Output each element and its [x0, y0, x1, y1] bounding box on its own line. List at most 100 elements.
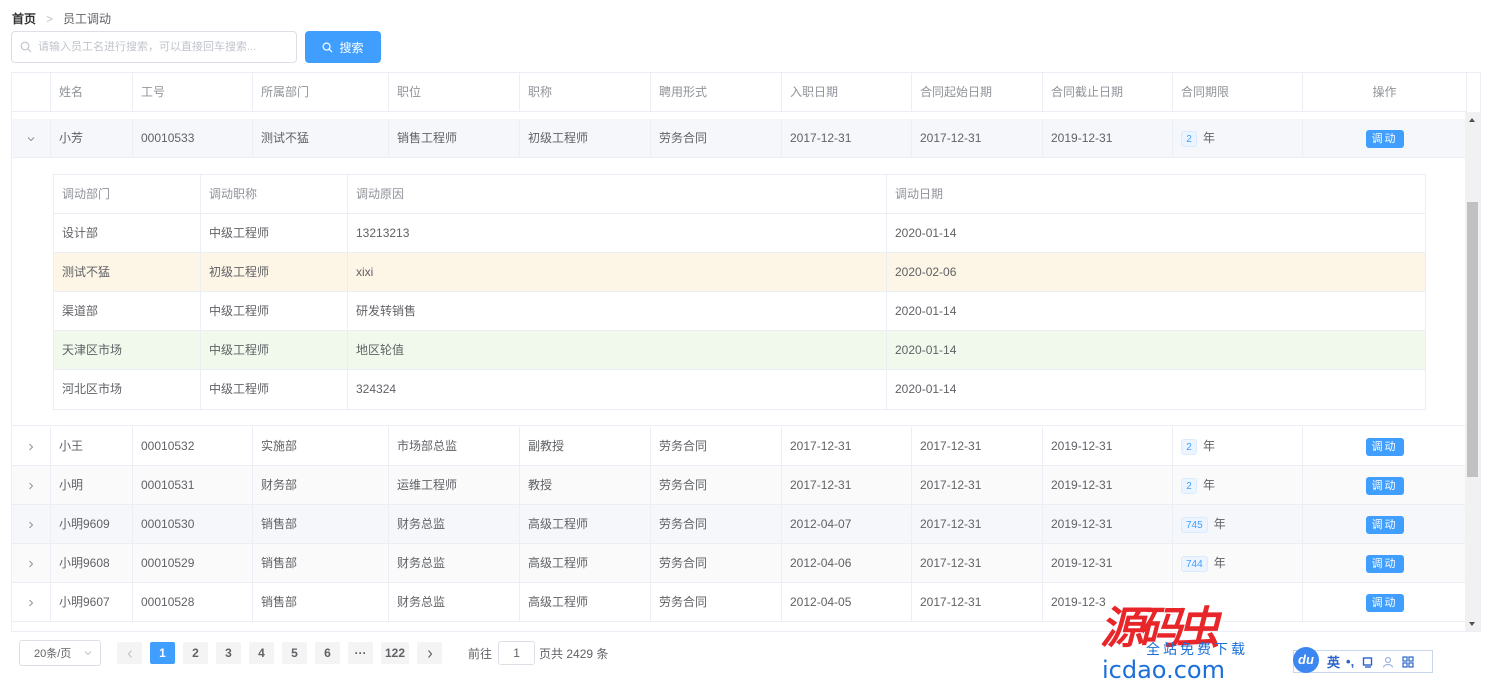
page-size-select[interactable]: 20条/页 — [19, 640, 101, 666]
vertical-scrollbar[interactable] — [1465, 112, 1480, 631]
cell-transfer-reason: xixi — [348, 253, 887, 292]
table-row[interactable]: 小芳 00010533 测试不猛 销售工程师 初级工程师 劳务合同 2017-1… — [12, 119, 1467, 158]
cell-action: 调动 — [1303, 427, 1467, 466]
cell-start-date: 2017-12-31 — [912, 583, 1043, 622]
cell-transfer-date: 2020-01-14 — [895, 304, 957, 318]
cell-dept: 财务部 — [253, 466, 389, 505]
cell-transfer-date: 2020-01-14 — [895, 382, 957, 396]
page-number-button[interactable]: 3 — [216, 642, 241, 664]
table-row[interactable]: 小明 00010531 财务部 运维工程师 教授 劳务合同 2017-12-31… — [12, 466, 1467, 505]
column-header: 合同期限 — [1173, 73, 1303, 112]
chevron-right-icon — [29, 443, 34, 451]
search-button-label: 搜索 — [339, 40, 364, 55]
table-row[interactable]: 小王 00010532 实施部 市场部总监 副教授 劳务合同 2017-12-3… — [12, 427, 1467, 466]
expand-toggle[interactable] — [12, 466, 51, 505]
cell-term: 745 年 — [1173, 505, 1303, 544]
scroll-thumb[interactable] — [1467, 202, 1478, 477]
transfer-history-table: 调动部门 调动职称 调动原因 调动日期 设计部 中级工程师 13213213 2… — [53, 174, 1426, 410]
term-tag: 745 — [1181, 516, 1208, 533]
transfer-button[interactable]: 调动 — [1365, 129, 1404, 148]
ime-punctuation-toggle[interactable]: •, — [1346, 654, 1354, 669]
table-row[interactable]: 小明9609 00010530 销售部 财务总监 高级工程师 劳务合同 2012… — [12, 505, 1467, 544]
ime-language-toggle[interactable]: 英 — [1327, 652, 1340, 671]
term-tag: 2 — [1181, 477, 1197, 494]
cell-dept: 销售部 — [253, 583, 389, 622]
cell-employ: 劳务合同 — [651, 427, 782, 466]
scroll-down-icon[interactable] — [1469, 622, 1475, 626]
goto-page-input[interactable] — [498, 641, 536, 665]
column-header: 职位 — [389, 73, 520, 112]
cell-transfer-dept: 测试不猛 — [54, 253, 201, 292]
expand-toggle[interactable] — [12, 583, 51, 622]
expand-toggle[interactable] — [12, 119, 51, 158]
expand-toggle[interactable] — [12, 427, 51, 466]
expand-toggle[interactable] — [12, 544, 51, 583]
cell-transfer-dept: 河北区市场 — [54, 370, 201, 409]
table-header: 姓名 工号 所属部门 职位 职称 聘用形式 入职日期 合同起始日期 合同截止日期… — [12, 73, 1467, 112]
page-number-button[interactable]: 6 — [315, 642, 340, 664]
chevron-right-icon — [29, 521, 34, 529]
transfer-button[interactable]: 调动 — [1365, 593, 1404, 612]
more-pages-button[interactable]: ··· — [348, 642, 373, 664]
page-size-value: 20条/页 — [34, 648, 72, 660]
search-button[interactable]: 搜索 — [305, 31, 381, 63]
ime-skin-icon[interactable] — [1362, 656, 1374, 668]
cell-join-date: 2012-04-05 — [782, 583, 912, 622]
chevron-right-icon — [29, 560, 34, 568]
cell-id: 00010528 — [133, 583, 253, 622]
cell-term: 744 年 — [1173, 544, 1303, 583]
transfer-button[interactable]: 调动 — [1365, 554, 1404, 573]
transfer-button[interactable]: 调动 — [1365, 476, 1404, 495]
cell-start-date: 2017-12-31 — [912, 466, 1043, 505]
cell-end-date: 2019-12-31 — [1043, 505, 1173, 544]
ime-logo-icon[interactable]: du — [1293, 646, 1319, 673]
pagination: 20条/页 1 2 3 4 5 6 ··· 122 前往 页共 2429 条 — [19, 640, 608, 666]
breadcrumb: 首页 > 员工调动 — [12, 10, 111, 27]
cell-dept: 销售部 — [253, 544, 389, 583]
table-row[interactable]: 小明9608 00010529 销售部 财务总监 高级工程师 劳务合同 2012… — [12, 544, 1467, 583]
transfer-history-row: 设计部 中级工程师 13213213 2020-01-14 — [54, 214, 1425, 253]
ime-user-icon[interactable] — [1382, 656, 1394, 668]
year-unit: 年 — [1203, 478, 1216, 492]
ime-grid-icon[interactable] — [1402, 655, 1414, 668]
column-header: 调动职称 — [201, 175, 348, 214]
next-page-button[interactable] — [417, 642, 443, 664]
page-number-button[interactable]: 4 — [249, 642, 274, 664]
transfer-button[interactable]: 调动 — [1365, 437, 1404, 456]
cell-id: 00010532 — [133, 427, 253, 466]
search-input[interactable] — [38, 41, 288, 53]
cell-id: 00010529 — [133, 544, 253, 583]
cell-transfer-title: 初级工程师 — [201, 253, 348, 292]
cell-start-date: 2017-12-31 — [912, 427, 1043, 466]
search-icon — [322, 42, 333, 53]
cell-transfer-reason: 研发转销售 — [348, 292, 887, 331]
column-header: 所属部门 — [253, 73, 389, 112]
page-number-button[interactable]: 2 — [183, 642, 208, 664]
transfer-button[interactable]: 调动 — [1365, 515, 1404, 534]
expand-toggle[interactable] — [12, 505, 51, 544]
page-number-button[interactable]: 122 — [381, 642, 410, 664]
cell-end-date: 2019-12-31 — [1043, 119, 1173, 158]
column-header: 调动原因 — [348, 175, 887, 214]
cell-id: 00010531 — [133, 466, 253, 505]
cell-transfer-reason: 13213213 — [348, 214, 887, 253]
scroll-up-icon[interactable] — [1469, 118, 1475, 122]
cell-name: 小明9607 — [51, 583, 133, 622]
cell-join-date: 2017-12-31 — [782, 119, 912, 158]
page-number-button[interactable]: 1 — [150, 642, 175, 664]
breadcrumb-home[interactable]: 首页 — [12, 10, 36, 27]
cell-transfer-title: 中级工程师 — [201, 214, 348, 253]
chevron-right-icon — [427, 649, 432, 658]
cell-transfer-title: 中级工程师 — [201, 331, 348, 370]
column-header: 合同截止日期 — [1043, 73, 1173, 112]
search-field[interactable] — [11, 31, 297, 63]
column-header: 聘用形式 — [651, 73, 782, 112]
cell-term: 2年 — [1173, 427, 1303, 466]
cell-transfer-date: 2020-01-14 — [895, 343, 957, 357]
prev-page-button[interactable] — [117, 642, 142, 664]
ime-toolbar[interactable]: du 英 •, — [1293, 646, 1433, 673]
breadcrumb-current: 员工调动 — [63, 12, 112, 26]
cell-transfer-reason: 地区轮值 — [348, 331, 887, 370]
page-number-button[interactable]: 5 — [282, 642, 307, 664]
cell-employ: 劳务合同 — [651, 544, 782, 583]
